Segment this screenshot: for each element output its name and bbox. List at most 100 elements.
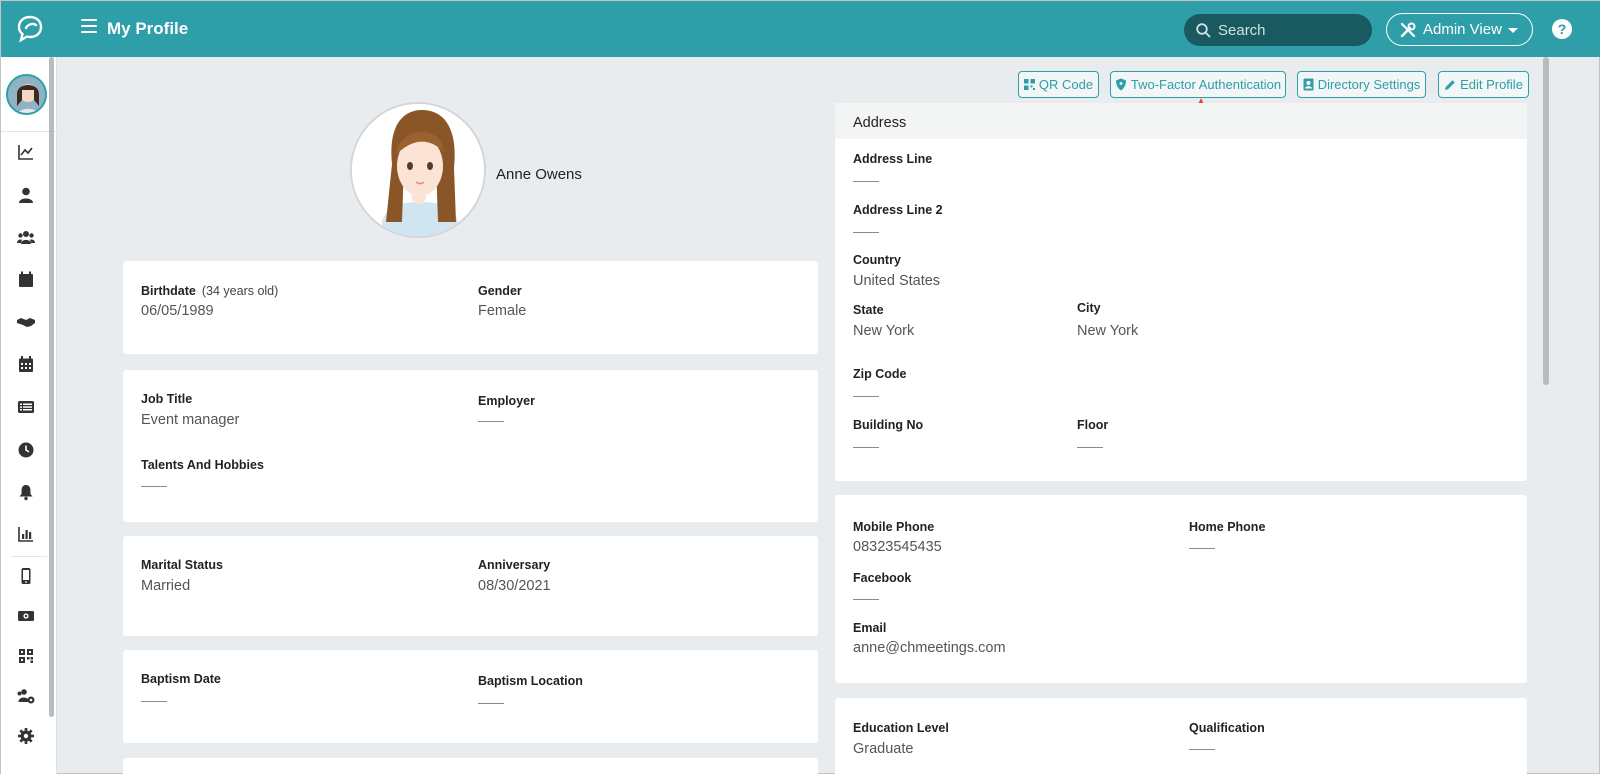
anniversary-label: Anniversary	[478, 558, 551, 572]
job-title-value: Event manager	[141, 412, 240, 428]
clock-icon[interactable]	[17, 441, 35, 459]
country-value: United States	[853, 273, 941, 289]
city-label: City	[1077, 301, 1101, 315]
calendar-grid-icon[interactable]	[17, 355, 35, 373]
settings-icon[interactable]	[17, 727, 35, 745]
building-no-empty-value	[853, 447, 879, 448]
email-value[interactable]: anne@chmeetings.com	[853, 640, 1006, 656]
users-icon[interactable]	[17, 228, 35, 246]
home-phone-label: Home Phone	[1189, 520, 1266, 534]
qualification-empty-value	[1189, 749, 1215, 750]
baptism-location-empty-value	[478, 703, 504, 704]
email-label: Email	[853, 621, 887, 635]
page-title: My Profile	[107, 19, 189, 38]
qr-code-button[interactable]: QR Code	[1018, 71, 1099, 98]
calendar-icon[interactable]	[17, 270, 35, 288]
search-placeholder: Search	[1218, 21, 1266, 39]
search-input[interactable]: Search	[1184, 14, 1372, 46]
chart-line-icon[interactable]	[17, 143, 35, 161]
qr-code-label: QR Code	[1038, 77, 1094, 92]
birthdate-value: 06/05/1989	[141, 303, 214, 319]
sidebar-divider	[11, 556, 47, 557]
mobile-phone-label: Mobile Phone	[853, 520, 935, 534]
qualification-label: Qualification	[1189, 721, 1265, 735]
employer-empty-value	[478, 421, 504, 422]
avatar[interactable]	[6, 74, 47, 115]
bar-chart-icon[interactable]	[17, 525, 35, 543]
facebook-empty-value	[853, 599, 879, 600]
job-title-label: Job Title	[141, 392, 193, 406]
marital-status-value: Married	[141, 578, 191, 594]
marital-status-label: Marital Status	[141, 558, 223, 572]
edit-profile-button[interactable]: Edit Profile	[1438, 71, 1529, 98]
shield-icon	[1115, 78, 1126, 91]
birthdate-label: Birthdate (34 years old)	[141, 284, 279, 298]
admin-view-dropdown[interactable]: Admin View	[1386, 13, 1533, 46]
address-line-empty-value	[853, 181, 879, 182]
baptism-date-label: Baptism Date	[141, 672, 221, 686]
app-logo-icon[interactable]	[15, 13, 45, 43]
address-line-label: Address Line	[853, 152, 933, 166]
two-factor-label: Two-Factor Authentication	[1130, 77, 1282, 92]
personal-info-card: Birthdate (34 years old) 06/05/1989 Gende…	[123, 261, 818, 354]
main-scrollbar[interactable]	[1543, 57, 1549, 385]
more-info-card	[123, 758, 818, 774]
mobile-phone-value: 08323545435	[853, 539, 942, 555]
top-bar: My Profile Search Admin View ?	[1, 1, 1600, 57]
zip-code-empty-value	[853, 396, 879, 397]
address-section-title: Address	[835, 103, 1527, 139]
talents-label: Talents And Hobbies	[141, 458, 264, 472]
directory-settings-button[interactable]: Directory Settings	[1297, 71, 1426, 98]
money-icon[interactable]	[17, 607, 35, 625]
work-info-card: Job Title Event manager Employer Talents…	[123, 370, 818, 522]
floor-empty-value	[1077, 447, 1103, 448]
user-icon[interactable]	[17, 186, 35, 204]
baptism-info-card: Baptism Date Baptism Location	[123, 650, 818, 743]
mobile-icon[interactable]	[17, 567, 35, 585]
menu-toggle-icon[interactable]	[81, 19, 97, 33]
gender-label: Gender	[478, 284, 522, 298]
zip-code-label: Zip Code	[853, 367, 907, 381]
directory-settings-label: Directory Settings	[1317, 77, 1421, 92]
contact-card: Mobile Phone 08323545435 Home Phone Face…	[835, 495, 1527, 683]
qr-icon	[1023, 79, 1035, 90]
education-level-value: Graduate	[853, 741, 914, 757]
address-card	[835, 103, 1527, 481]
tools-icon	[1400, 22, 1416, 38]
help-icon[interactable]: ?	[1552, 19, 1572, 39]
city-value: New York	[1077, 323, 1139, 339]
education-level-label: Education Level	[853, 721, 949, 735]
qr-icon[interactable]	[17, 647, 35, 665]
family-info-card: Marital Status Married Anniversary 08/30…	[123, 536, 818, 636]
two-factor-authentication-button[interactable]: Two-Factor Authentication	[1110, 71, 1286, 98]
baptism-date-empty-value	[141, 701, 167, 702]
baptism-location-label: Baptism Location	[478, 674, 583, 688]
edit-profile-label: Edit Profile	[1460, 77, 1523, 92]
list-icon[interactable]	[17, 398, 35, 416]
address-line-2-empty-value	[853, 232, 879, 233]
home-phone-empty-value	[1189, 548, 1215, 549]
employer-label: Employer	[478, 394, 535, 408]
search-icon	[1196, 23, 1211, 38]
anniversary-value: 08/30/2021	[478, 578, 551, 594]
education-card: Education Level Graduate Qualification	[835, 698, 1527, 774]
address-line-2-label: Address Line 2	[853, 203, 943, 217]
handshake-icon[interactable]	[17, 313, 35, 331]
sidebar-scrollbar[interactable]	[49, 57, 54, 717]
state-value: New York	[853, 323, 915, 339]
pencil-icon	[1445, 79, 1455, 90]
profile-photo[interactable]	[350, 102, 486, 238]
contact-card-icon	[1303, 78, 1314, 91]
profile-name: Anne Owens	[496, 166, 582, 183]
building-no-label: Building No	[853, 418, 924, 432]
facebook-label: Facebook	[853, 571, 912, 585]
floor-label: Floor	[1077, 418, 1109, 432]
bell-icon[interactable]	[17, 483, 35, 501]
user-group-gear-icon[interactable]	[17, 687, 35, 705]
chevron-down-icon	[1508, 28, 1518, 33]
gender-value: Female	[478, 303, 527, 319]
sidebar	[1, 57, 57, 774]
talents-empty-value	[141, 486, 167, 487]
country-label: Country	[853, 253, 901, 267]
admin-view-label: Admin View	[1423, 21, 1502, 38]
